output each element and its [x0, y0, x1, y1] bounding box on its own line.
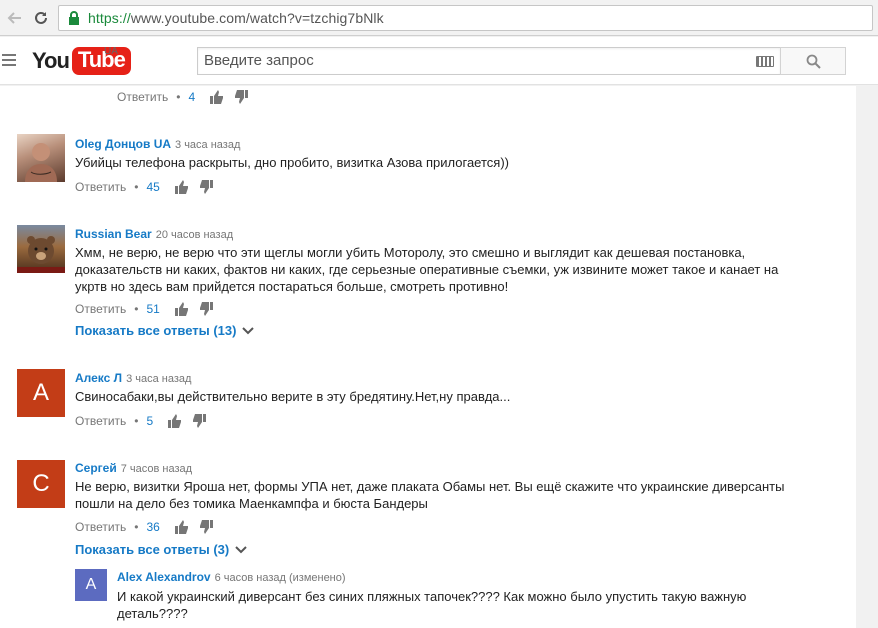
thumbs-up-icon[interactable]: [209, 89, 225, 105]
comment-text-line: Убийцы телефона раскрыты, дно пробито, в…: [75, 155, 509, 170]
thumbs-up-icon[interactable]: [174, 301, 190, 317]
youtube-header: You Tube UA: [0, 37, 878, 85]
page-scrollbar[interactable]: [856, 86, 878, 628]
comment-time[interactable]: 7 часов назад: [121, 463, 192, 475]
comment-text-line: деталь????: [117, 606, 188, 621]
browser-toolbar: https://www.youtube.com/watch?v=tzchig7b…: [0, 0, 878, 36]
avatar[interactable]: [17, 225, 65, 273]
comment-author[interactable]: Russian Bear 20 часов назад: [75, 227, 233, 241]
like-count: 36: [146, 520, 160, 534]
user-photo-icon: [25, 143, 57, 182]
author-name[interactable]: Сергей: [75, 461, 117, 475]
avatar-letter: A: [85, 576, 97, 593]
avatar[interactable]: A: [75, 569, 107, 601]
back-button[interactable]: [4, 7, 26, 29]
chevron-down-icon: [235, 545, 247, 554]
keyboard-icon[interactable]: [756, 56, 774, 67]
comment-text-line: укртв но здесь вам прийдется постараться…: [75, 279, 509, 294]
search-button[interactable]: [780, 47, 846, 75]
comment-actions: Ответить • 45: [75, 179, 222, 195]
comment-time[interactable]: 3 часа назад: [175, 139, 240, 151]
separator-dot: •: [134, 180, 139, 194]
author-name[interactable]: Алекс Л: [75, 371, 122, 385]
comment-actions: Ответить • 4: [117, 89, 257, 105]
menu-icon[interactable]: [2, 54, 16, 69]
comment-actions: Ответить • 51: [75, 301, 222, 317]
thumbs-down-icon[interactable]: [191, 413, 207, 429]
url-path: www.youtube.com/watch?v=tzchig7bNlk: [130, 10, 384, 26]
show-replies-label: Показать все ответы (13): [75, 323, 237, 338]
avatar-letter: С: [32, 470, 50, 497]
like-count: 51: [146, 302, 160, 316]
comment-author[interactable]: Oleg Донцов UA 3 часа назад: [75, 137, 240, 151]
logo-you: You: [32, 48, 70, 73]
comment-actions: Ответить • 36: [75, 519, 222, 535]
comment-text-line: И какой украинский диверсант без синих п…: [117, 589, 747, 604]
avatar[interactable]: А: [17, 369, 65, 417]
avatar[interactable]: [17, 134, 65, 182]
url-protocol: https://: [88, 10, 131, 26]
address-bar[interactable]: https://www.youtube.com/watch?v=tzchig7b…: [58, 5, 873, 31]
reload-button[interactable]: [30, 7, 52, 29]
reply-button[interactable]: Ответить: [117, 90, 168, 104]
comment-time[interactable]: 6 часов назад (изменено): [215, 572, 346, 584]
thumbs-down-icon[interactable]: [198, 519, 214, 535]
show-replies-button[interactable]: Показать все ответы (13): [75, 323, 255, 338]
separator-dot: •: [134, 414, 139, 428]
comments-section: Ответить • 4 Oleg Донцов UA 3 часа назад …: [0, 86, 856, 628]
comment-actions: Ответить • 5: [75, 413, 215, 429]
separator-dot: •: [134, 302, 139, 316]
comment-text: Убийцы телефона раскрыты, дно пробито, в…: [75, 154, 509, 171]
comment-text-line: Не верю, визитки Яроша нет, формы УПА не…: [75, 479, 785, 494]
author-name[interactable]: Alex Alexandrov: [117, 570, 211, 584]
comment-text-line: Свиносабаки,вы действительно верите в эт…: [75, 389, 511, 404]
comment-text-line: доказательств ни каких, фактов ни каких,…: [75, 262, 779, 277]
author-name[interactable]: Russian Bear: [75, 227, 152, 241]
thumbs-up-icon[interactable]: [167, 413, 183, 429]
reply-button[interactable]: Ответить: [75, 302, 126, 316]
separator-dot: •: [134, 520, 139, 534]
thumbs-down-icon[interactable]: [198, 179, 214, 195]
comment-text-line: пошли на дело без томика Маенкампфа и бю…: [75, 496, 428, 511]
show-replies-label: Показать все ответы (3): [75, 542, 230, 557]
thumbs-down-icon[interactable]: [233, 89, 249, 105]
author-name[interactable]: Oleg Донцов UA: [75, 137, 171, 151]
comment-author[interactable]: Сергей 7 часов назад: [75, 461, 192, 475]
like-count: 5: [146, 414, 154, 428]
like-count: 4: [188, 90, 196, 104]
thumbs-up-icon[interactable]: [174, 179, 190, 195]
url-text: https://www.youtube.com/watch?v=tzchig7b…: [88, 10, 384, 26]
comment-author[interactable]: Alex Alexandrov 6 часов назад (изменено): [117, 570, 346, 584]
lock-icon: [69, 11, 79, 25]
like-count: 45: [146, 180, 160, 194]
comment-text: Не верю, визитки Яроша нет, формы УПА не…: [75, 478, 784, 512]
separator-dot: •: [176, 90, 181, 104]
search-icon: [806, 54, 821, 69]
search-box: [197, 47, 780, 75]
search-input[interactable]: [204, 52, 744, 69]
comment-time[interactable]: 20 часов назад: [156, 229, 233, 241]
comment-time[interactable]: 3 часа назад: [126, 373, 191, 385]
region-label: UA: [104, 46, 118, 57]
arrow-left-icon: [7, 12, 21, 24]
thumbs-down-icon[interactable]: [198, 301, 214, 317]
comment-text-line: Хмм, не верю, не верю что эти щеглы могл…: [75, 245, 746, 260]
reply-button[interactable]: Ответить: [75, 520, 126, 534]
chevron-down-icon: [242, 326, 255, 335]
reload-icon: [35, 11, 47, 24]
bear-photo-icon: [17, 236, 65, 273]
thumbs-up-icon[interactable]: [174, 519, 190, 535]
show-replies-button[interactable]: Показать все ответы (3): [75, 542, 247, 557]
avatar-letter: А: [32, 379, 49, 406]
comment-text: Хмм, не верю, не верю что эти щеглы могл…: [75, 244, 778, 295]
avatar[interactable]: С: [17, 460, 65, 508]
comment-text: И какой украинский диверсант без синих п…: [117, 588, 746, 622]
logo-tube: Tube: [71, 47, 131, 75]
comment-text: Свиносабаки,вы действительно верите в эт…: [75, 388, 510, 405]
comment-author[interactable]: Алекс Л 3 часа назад: [75, 371, 191, 385]
reply-button[interactable]: Ответить: [75, 180, 126, 194]
reply-button[interactable]: Ответить: [75, 414, 126, 428]
